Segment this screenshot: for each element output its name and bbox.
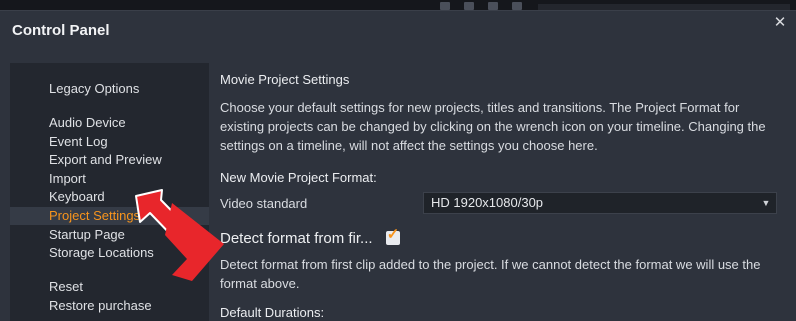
window-title: Control Panel	[12, 22, 110, 39]
section-description: Choose your default settings for new pro…	[220, 100, 766, 153]
section-heading: Movie Project Settings	[220, 72, 350, 87]
checkmark-icon: ✓	[386, 226, 400, 243]
sidebar-item-project-settings[interactable]: Project Settings	[10, 207, 209, 225]
detect-format-checkbox[interactable]: ✓	[386, 227, 400, 245]
video-standard-label: Video standard	[220, 196, 308, 211]
sidebar-item-audio-device[interactable]: Audio Device	[10, 114, 209, 132]
sidebar: Legacy Options Audio Device Event Log Ex…	[10, 63, 209, 321]
control-panel-window: Control Panel ✕ Legacy Options Audio Dev…	[0, 10, 796, 321]
title-bar: Control Panel ✕	[0, 11, 796, 51]
panel-body: Legacy Options Audio Device Event Log Ex…	[0, 51, 796, 321]
format-heading: New Movie Project Format:	[220, 170, 377, 185]
video-standard-dropdown[interactable]: HD 1920x1080/30p ▼	[423, 192, 777, 214]
detect-format-label: Detect format from fir...	[220, 230, 373, 247]
sidebar-item-keyboard[interactable]: Keyboard	[10, 188, 209, 206]
chevron-down-icon: ▼	[761, 198, 771, 208]
sidebar-item-event-log[interactable]: Event Log	[10, 133, 209, 151]
sidebar-item-export-and-preview[interactable]: Export and Preview	[10, 151, 209, 169]
sidebar-item-reset[interactable]: Reset	[10, 278, 209, 296]
sidebar-item-legacy-options[interactable]: Legacy Options	[10, 80, 209, 98]
sidebar-item-import[interactable]: Import	[10, 170, 209, 188]
detect-format-description: Detect format from first clip added to t…	[220, 257, 761, 291]
default-durations-heading: Default Durations:	[220, 305, 325, 320]
close-icon[interactable]: ✕	[772, 15, 788, 31]
background-toolbar-icons	[440, 2, 530, 10]
sidebar-item-startup-page[interactable]: Startup Page	[10, 226, 209, 244]
settings-content: Movie Project Settings Choose your defau…	[209, 51, 796, 321]
sidebar-item-storage-locations[interactable]: Storage Locations	[10, 244, 209, 262]
video-standard-value: HD 1920x1080/30p	[431, 195, 544, 210]
sidebar-item-restore-purchase[interactable]: Restore purchase	[10, 297, 209, 315]
